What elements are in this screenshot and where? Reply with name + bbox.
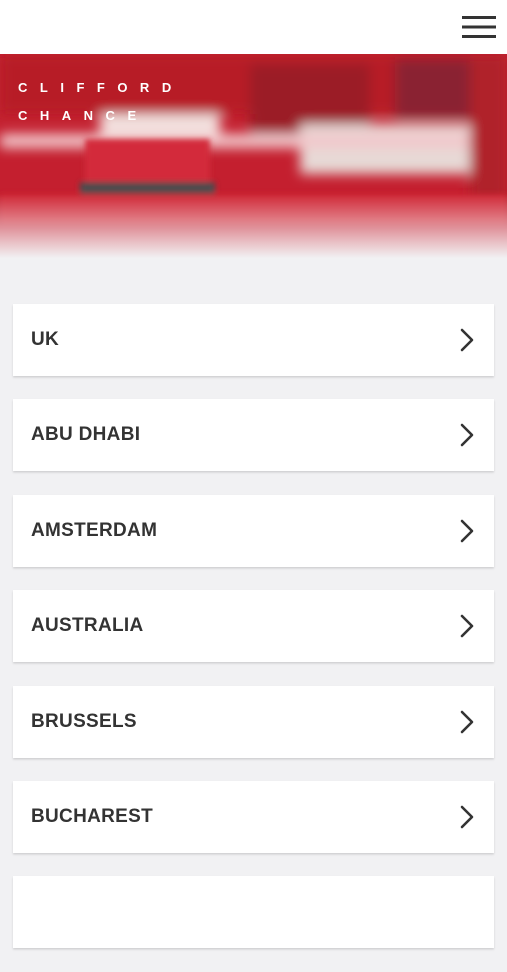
office-item-brussels[interactable]: BRUSSELS xyxy=(13,685,494,758)
chevron-right-icon xyxy=(460,710,474,734)
office-item-label: UK xyxy=(31,329,60,350)
top-bar xyxy=(0,0,507,54)
chevron-right-icon xyxy=(460,805,474,829)
office-item-partial[interactable] xyxy=(13,876,494,949)
office-item-label: BRUSSELS xyxy=(31,710,137,732)
office-item-label: AMSTERDAM xyxy=(31,519,158,541)
chevron-right-icon xyxy=(460,519,474,543)
hero-banner: CLIFFORD CHANCE xyxy=(0,54,507,258)
office-item-amsterdam[interactable]: AMSTERDAM xyxy=(13,494,494,567)
logo-line-1: CLIFFORD xyxy=(18,80,184,95)
logo-line-2: CHANCE xyxy=(18,108,149,123)
chevron-right-icon xyxy=(460,423,474,447)
office-list: UK ABU DHABI AMSTERDAM AUSTRALIA BRUSSEL… xyxy=(13,304,494,972)
office-item-uk[interactable]: UK xyxy=(13,304,494,376)
office-item-australia[interactable]: AUSTRALIA xyxy=(13,590,494,663)
office-item-label: AUSTRALIA xyxy=(31,615,144,637)
hamburger-menu-icon xyxy=(462,16,496,38)
chevron-right-icon xyxy=(460,328,474,352)
menu-button[interactable] xyxy=(461,13,497,41)
office-item-abu-dhabi[interactable]: ABU DHABI xyxy=(13,399,494,472)
chevron-right-icon xyxy=(460,614,474,638)
office-item-label: ABU DHABI xyxy=(31,424,141,446)
office-item-label: BUCHAREST xyxy=(31,805,153,827)
clifford-chance-logo[interactable]: CLIFFORD CHANCE xyxy=(18,74,184,130)
office-item-bucharest[interactable]: BUCHAREST xyxy=(13,780,494,853)
